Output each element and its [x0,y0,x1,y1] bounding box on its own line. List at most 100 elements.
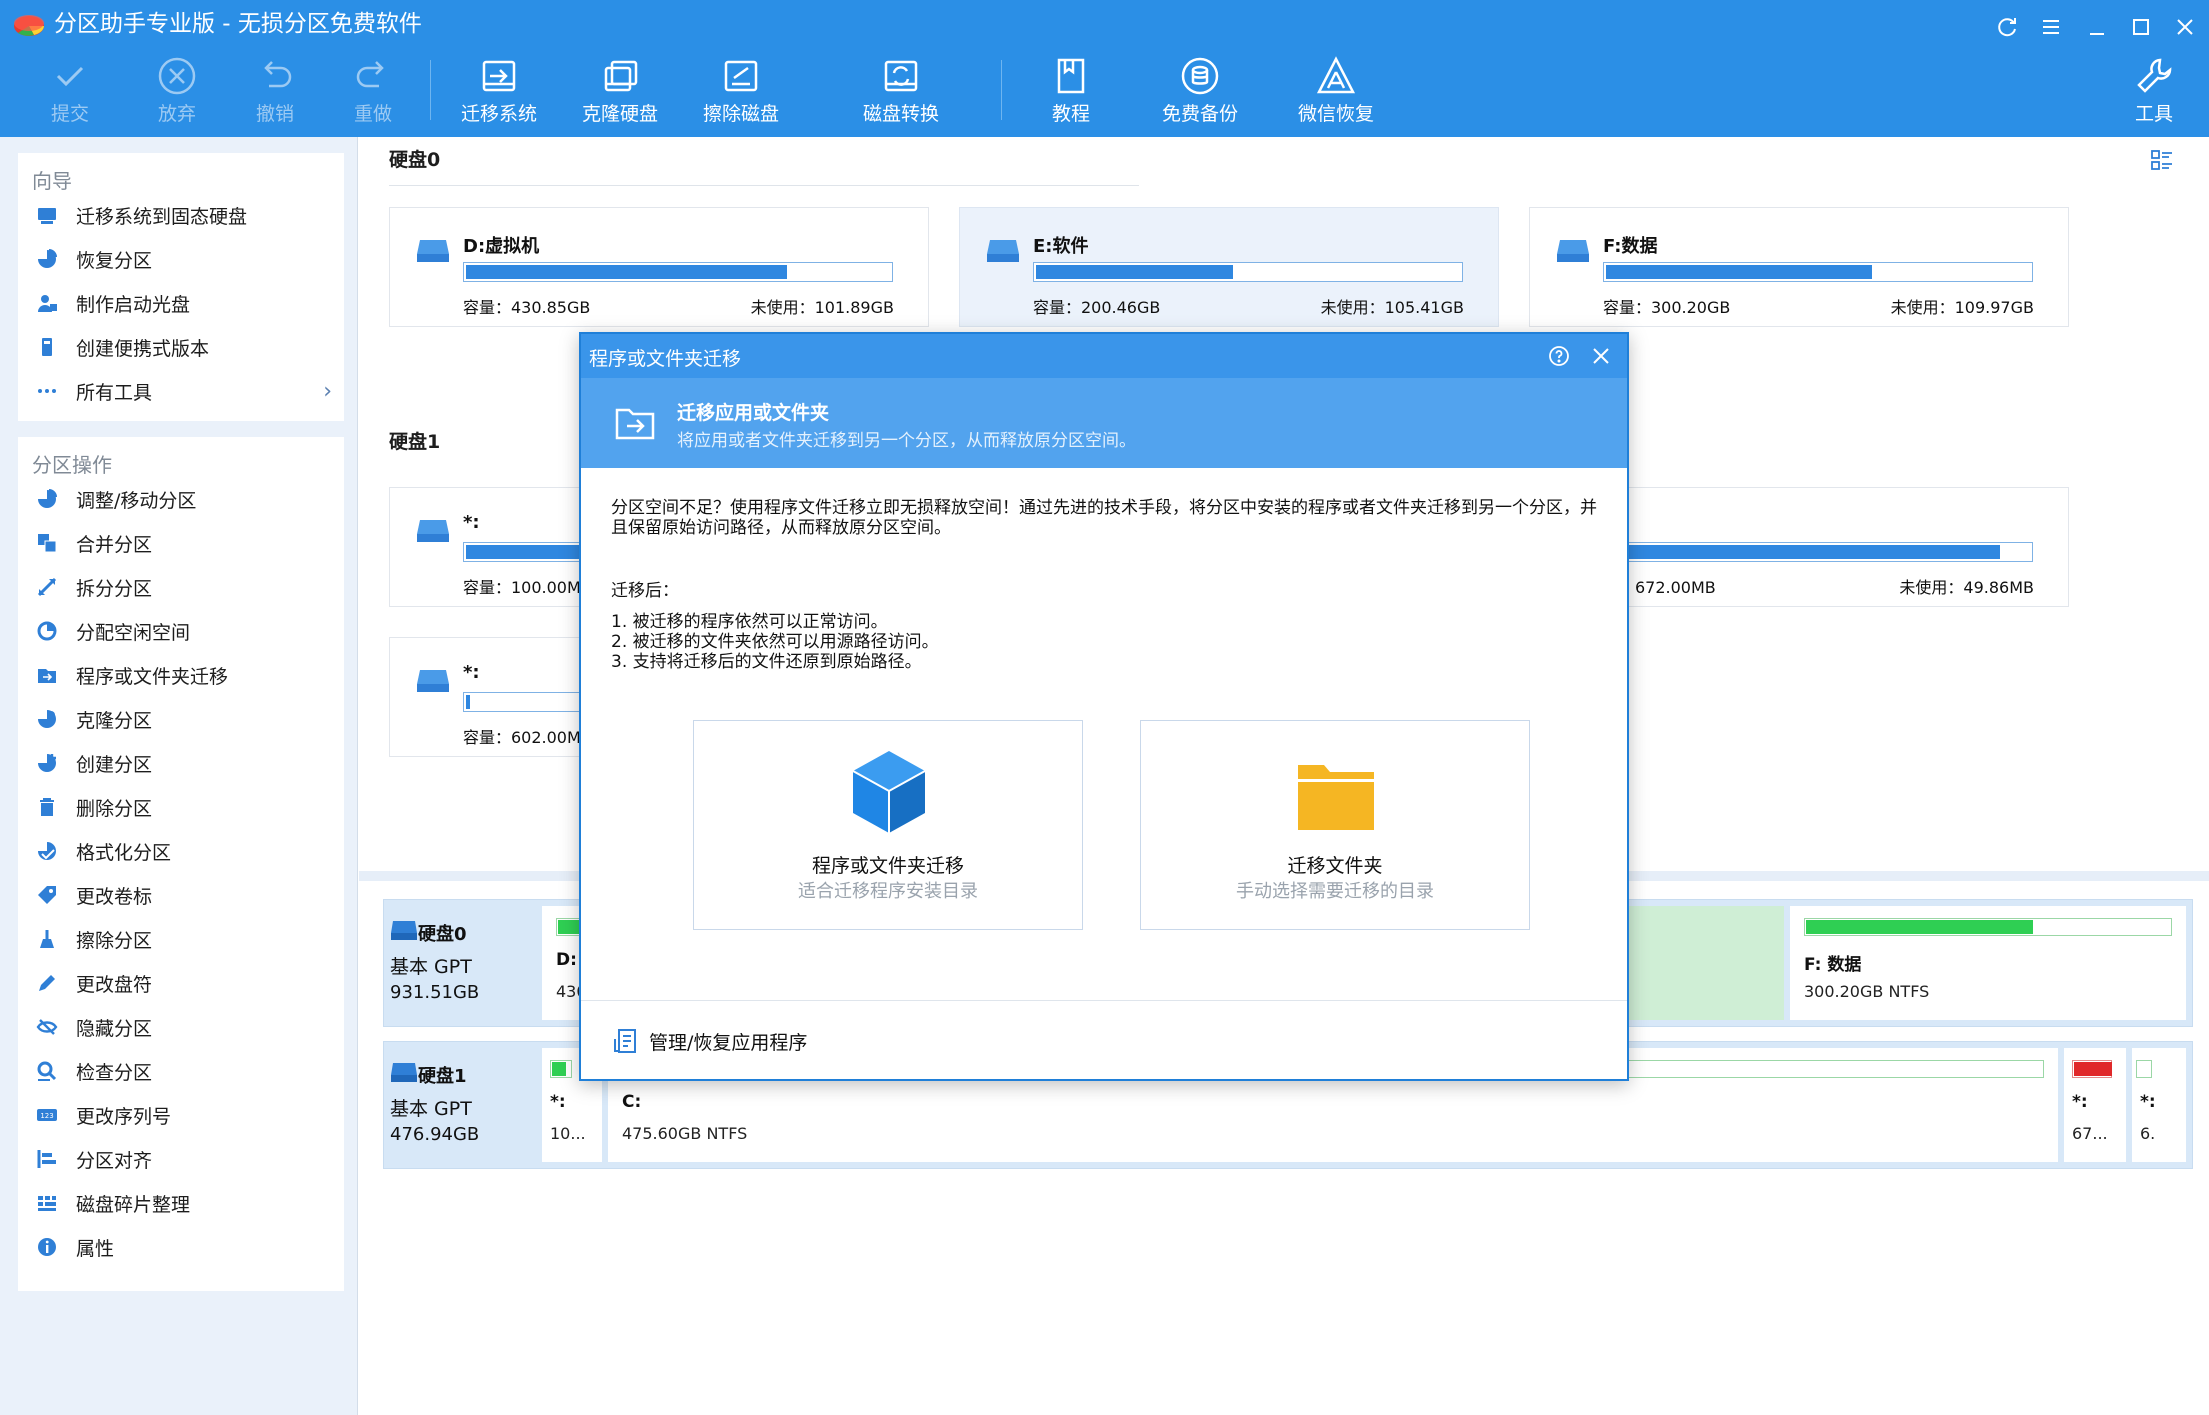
disk-icon [391,1063,417,1082]
menu-icon[interactable] [2034,10,2068,44]
check-icon [56,66,84,87]
close-icon[interactable] [1587,342,1615,370]
wipe-disk-button[interactable]: 擦除磁盘 [686,54,796,132]
ssd-migrate-icon [34,202,60,228]
chevron-right-icon: › [323,379,332,404]
dialog-title: 程序或文件夹迁移 [589,348,742,370]
tag-icon [34,882,60,908]
window-title: 分区助手专业版 - 无损分区免费软件 [54,11,422,37]
disk-map-part-disk1-4[interactable]: *: 6. [2132,1048,2186,1162]
merge-icon [34,530,60,556]
redo-button[interactable]: 重做 [318,54,428,132]
drive-icon [987,240,1019,262]
sidebar-item-pencil[interactable]: 更改盘符 [18,961,344,1005]
sidebar-item-resize[interactable]: 调整/移动分区 [18,477,344,521]
hide-icon [34,1014,60,1040]
disk-convert-icon [884,60,918,92]
ops-header: 分区操作 [32,453,112,477]
sidebar-item-serial[interactable]: 123 更改序列号 [18,1093,344,1137]
disk-info-disk0: 硬盘0 基本 GPT 931.51GB [390,906,536,1020]
sidebar-item-restore-partition[interactable]: 恢复分区 [18,237,344,281]
manage-restore-apps-link[interactable]: 管理/恢复应用程序 [611,1024,807,1058]
sidebar: 向导 迁移系统到固态硬盘 恢复分区 制作启动光盘 创建便携式版本 所有工具 › … [0,137,358,1415]
layout-toggle-icon[interactable] [2147,145,2177,175]
sidebar-item-clone[interactable]: 克隆分区 [18,697,344,741]
check-icon [34,1058,60,1084]
sidebar-item-hide[interactable]: 隐藏分区 [18,1005,344,1049]
divider [389,185,1139,186]
free-backup-button[interactable]: 免费备份 [1145,54,1255,132]
sidebar-item-align[interactable]: 分区对齐 [18,1137,344,1181]
sidebar-item-broom[interactable]: 擦除分区 [18,917,344,961]
drive-icon [417,240,449,262]
serial-icon: 123 [34,1102,60,1128]
help-icon[interactable] [1547,344,1571,368]
format-icon [34,838,60,864]
disk-icon [391,921,417,940]
disk-map-part-f[interactable]: F: 数据 300.20GB NTFS [1790,906,2186,1020]
maximize-icon[interactable] [2124,10,2158,44]
dialog-titlebar: 程序或文件夹迁移 [581,334,1627,378]
minimize-icon[interactable] [2080,10,2114,44]
redo-icon [356,61,384,88]
disk-map-part-e[interactable] [1624,906,1784,1020]
option-folder-migration-button[interactable]: 迁移文件夹 手动选择需要迁移的目录 [1140,720,1530,930]
dialog-header-title: 迁移应用或文件夹 [677,402,830,424]
wechat-recovery-icon [1316,56,1356,94]
sidebar-item-check[interactable]: 检查分区 [18,1049,344,1093]
sidebar-item-app-move[interactable]: 程序或文件夹迁移 [18,653,344,697]
sidebar-item-all-tools[interactable]: 所有工具 › [18,369,344,413]
svg-text:123: 123 [40,1112,53,1120]
undo-icon [264,61,292,88]
align-icon [34,1146,60,1172]
after-migration-label: 迁移后： [611,581,679,601]
portable-icon [34,334,60,360]
usage-fill [466,695,470,709]
trash-icon [34,794,60,820]
sidebar-item-merge[interactable]: 合并分区 [18,521,344,565]
sidebar-item-portable[interactable]: 创建便携式版本 [18,325,344,369]
wizard-panel: 向导 迁移系统到固态硬盘 恢复分区 制作启动光盘 创建便携式版本 所有工具 › [18,153,344,421]
partition-card-f[interactable]: F:数据 容量：300.20GB 未使用：109.97GB [1529,207,2069,327]
partition-ops-panel: 分区操作 调整/移动分区 合并分区 拆分分区 分配空闲空间 程序或文件夹迁移 克隆分区 创建… [18,437,344,1291]
resize-icon [34,486,60,512]
sidebar-item-format[interactable]: 格式化分区 [18,829,344,873]
sidebar-item-info[interactable]: 属性 [18,1225,344,1269]
close-window-icon[interactable] [2168,10,2202,44]
disk-convert-button[interactable]: 磁盘转换 [846,54,956,132]
dialog-header: 迁移应用或文件夹 将应用或者文件夹迁移到另一个分区，从而释放原分区空间。 [581,378,1627,468]
usage-bar [1033,262,1463,282]
sidebar-item-tag[interactable]: 更改卷标 [18,873,344,917]
title-toolbar: 分区助手专业版 - 无损分区免费软件 提交 放弃 撤销 重做 迁移系统 克隆硬盘 [0,0,2209,137]
book-icon [1057,58,1085,94]
folder-migrate-icon [615,408,655,440]
partition-card-e[interactable]: E:软件 容量：200.46GB 未使用：105.41GB [959,207,1499,327]
sidebar-item-allocate[interactable]: 分配空闲空间 [18,609,344,653]
clone-disk-button[interactable]: 克隆硬盘 [565,54,675,132]
sidebar-item-defrag[interactable]: 磁盘碎片整理 [18,1181,344,1225]
partition-card-d[interactable]: D:虚拟机 容量：430.85GB 未使用：101.89GB [389,207,929,327]
sidebar-item-migrate-ssd[interactable]: 迁移系统到固态硬盘 [18,193,344,237]
drive-icon [417,670,449,692]
wizard-header: 向导 [32,169,72,193]
refresh-icon[interactable] [1990,10,2024,44]
wipe-disk-icon [724,60,758,92]
sidebar-item-boot-disc[interactable]: 制作启动光盘 [18,281,344,325]
disk-map-part-disk1-3[interactable]: *: 67... [2064,1048,2126,1162]
sidebar-item-split[interactable]: 拆分分区 [18,565,344,609]
more-dots-icon [34,378,60,404]
usage-fill [1606,265,1872,279]
option-app-migration-button[interactable]: 程序或文件夹迁移 适合迁移程序安装目录 [693,720,1083,930]
toolbar-separator [430,60,431,120]
undo-button[interactable]: 撤销 [220,54,330,132]
tutorial-button[interactable]: 教程 [1016,54,1126,132]
wechat-recovery-button[interactable]: 微信恢复 [1281,54,1391,132]
commit-button[interactable]: 提交 [15,54,125,132]
app-migration-dialog: 程序或文件夹迁移 迁移应用或文件夹 将应用或者文件夹迁移到另一个分区，从而释放原… [579,332,1629,1081]
disk0-title: 硬盘0 [389,149,441,171]
migrate-os-button[interactable]: 迁移系统 [444,54,554,132]
discard-button[interactable]: 放弃 [122,54,232,132]
sidebar-item-trash[interactable]: 删除分区 [18,785,344,829]
sidebar-item-create[interactable]: 创建分区 [18,741,344,785]
tools-button[interactable]: 工具 [2109,54,2199,132]
